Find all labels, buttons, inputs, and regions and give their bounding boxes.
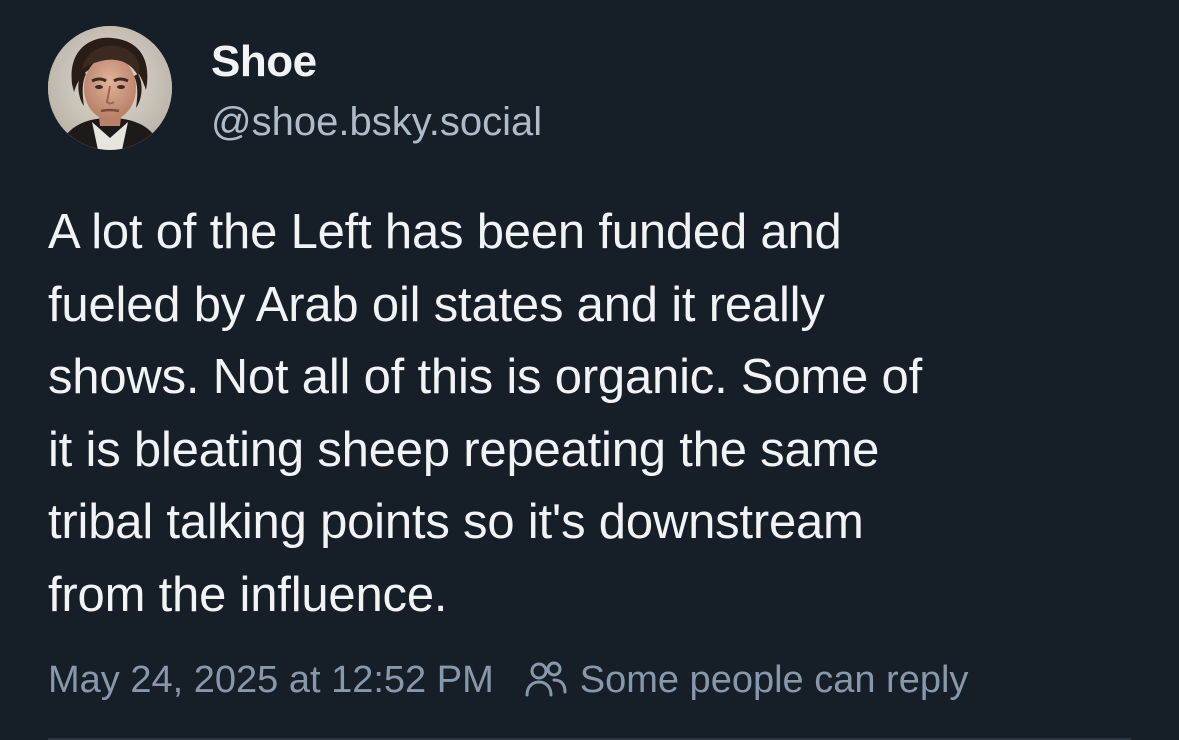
post-meta: May 24, 2025 at 12:52 PM Some people can… (48, 654, 968, 706)
post-text-line: A lot of the Left has been funded and (48, 205, 842, 259)
author-display-name[interactable]: Shoe (211, 36, 317, 88)
post-text-line: shows. Not all of this is organic. Some … (48, 350, 922, 404)
author-handle[interactable]: @shoe.bsky.social (211, 98, 542, 146)
post-text-line: tribal talking points so it's downstream (48, 495, 864, 549)
post-text-line: fueled by Arab oil states and it really (48, 277, 825, 332)
avatar-portrait-icon (48, 26, 172, 150)
reply-setting-button[interactable]: Some people can reply (524, 658, 969, 702)
people-icon (524, 660, 568, 700)
author-avatar[interactable] (48, 26, 172, 150)
post-timestamp[interactable]: May 24, 2025 at 12:52 PM (48, 659, 494, 702)
post-card: Shoe @shoe.bsky.social A lot of the Left… (0, 0, 1179, 740)
reply-setting-label: Some people can reply (579, 658, 969, 701)
post-text-line: it is bleating sheep repeating the same (48, 422, 880, 477)
post-text-line: from the influence. (48, 567, 448, 622)
post-text: A lot of the Left has been funded and fu… (48, 196, 1148, 631)
